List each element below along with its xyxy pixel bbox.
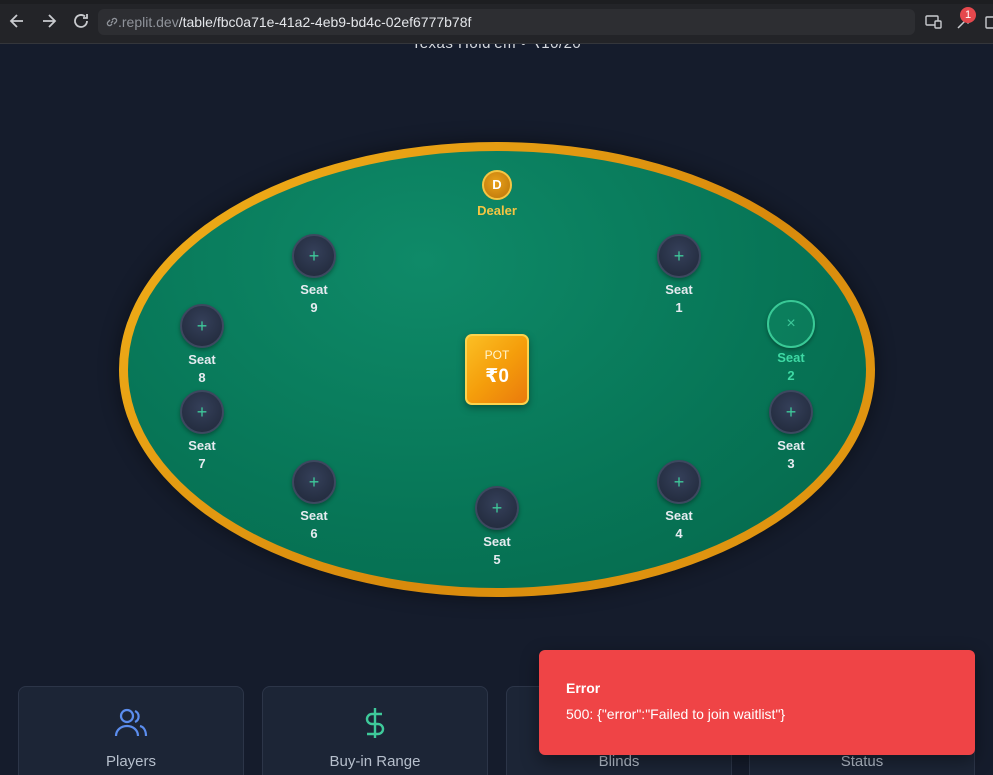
buy-in-card-label: Buy-in Range [329,753,421,770]
toast-title: Error [566,680,601,696]
seat-8-label: Seat [188,352,216,367]
seat-9-label: Seat [300,282,328,297]
url-text: .replit.dev/table/fbc0a71e-41a2-4eb9-bd4… [118,14,472,30]
seat-1-number: 1 [675,300,683,315]
seat-2-cancel-button[interactable]: × [767,300,815,348]
seat-6-number: 6 [310,526,318,541]
seat-1-label: Seat [665,282,693,297]
toast-message: 500: {"error":"Failed to join waitlist"} [566,706,786,722]
seat-1[interactable]: + Seat 1 [639,234,719,317]
seat-4-number: 4 [675,526,683,541]
blinds-card-label: Blinds [598,753,640,770]
seat-7-number: 7 [198,456,206,471]
seat-4[interactable]: + Seat 4 [639,460,719,543]
pot-display: POT ₹0 [465,334,529,405]
dealer-chip: D [482,170,512,200]
seat-4-label: Seat [665,508,693,523]
players-card: Players [18,686,244,775]
seat-3-join-button[interactable]: + [769,390,813,434]
seat-8-join-button[interactable]: + [180,304,224,348]
seat-5-number: 5 [493,552,501,567]
seat-5-join-button[interactable]: + [475,486,519,530]
pot-value: ₹0 [485,366,509,387]
seat-7-label: Seat [188,438,216,453]
cast-icon[interactable] [924,12,944,32]
dealer-button: D Dealer [465,170,529,218]
seat-3-label: Seat [777,438,805,453]
seat-7[interactable]: + Seat 7 [162,390,242,473]
seat-3[interactable]: + Seat 3 [751,390,831,473]
open-tab-icon[interactable] [984,12,993,32]
forward-arrow-icon[interactable] [38,10,60,32]
seat-1-join-button[interactable]: + [657,234,701,278]
status-card-label: Status [840,753,884,770]
table-subtitle: Texas Hold'em • ₹10/20 [0,44,993,52]
seat-2-label: Seat [777,350,805,365]
seat-3-number: 3 [787,456,795,471]
seat-2-number: 2 [787,368,795,383]
players-card-label: Players [105,753,157,770]
seat-5[interactable]: + Seat 5 [457,486,537,569]
seat-2[interactable]: × Seat 2 [751,300,831,385]
buy-in-card: Buy-in Range [262,686,488,775]
error-toast[interactable]: Error 500: {"error":"Failed to join wait… [539,650,975,755]
browser-toolbar: .replit.dev/table/fbc0a71e-41a2-4eb9-bd4… [0,0,993,44]
back-arrow-icon[interactable] [6,10,28,32]
poker-table-page: Texas Hold'em • ₹10/20 D Dealer POT ₹0 +… [0,44,993,775]
seat-8-number: 8 [198,370,206,385]
extension-badge: 1 [960,7,976,23]
seat-4-join-button[interactable]: + [657,460,701,504]
tab-strip [0,0,993,4]
dollar-icon [263,705,487,741]
pot-label: POT [484,348,510,362]
address-bar[interactable]: .replit.dev/table/fbc0a71e-41a2-4eb9-bd4… [98,9,915,35]
seat-6-join-button[interactable]: + [292,460,336,504]
users-icon [19,705,243,741]
seat-7-join-button[interactable]: + [180,390,224,434]
reload-icon[interactable] [70,10,92,32]
seat-9-number: 9 [310,300,318,315]
seat-9[interactable]: + Seat 9 [274,234,354,317]
seat-9-join-button[interactable]: + [292,234,336,278]
seat-5-label: Seat [483,534,511,549]
seat-8[interactable]: + Seat 8 [162,304,242,387]
seat-6-label: Seat [300,508,328,523]
dealer-label: Dealer [477,203,517,218]
seat-6[interactable]: + Seat 6 [274,460,354,543]
